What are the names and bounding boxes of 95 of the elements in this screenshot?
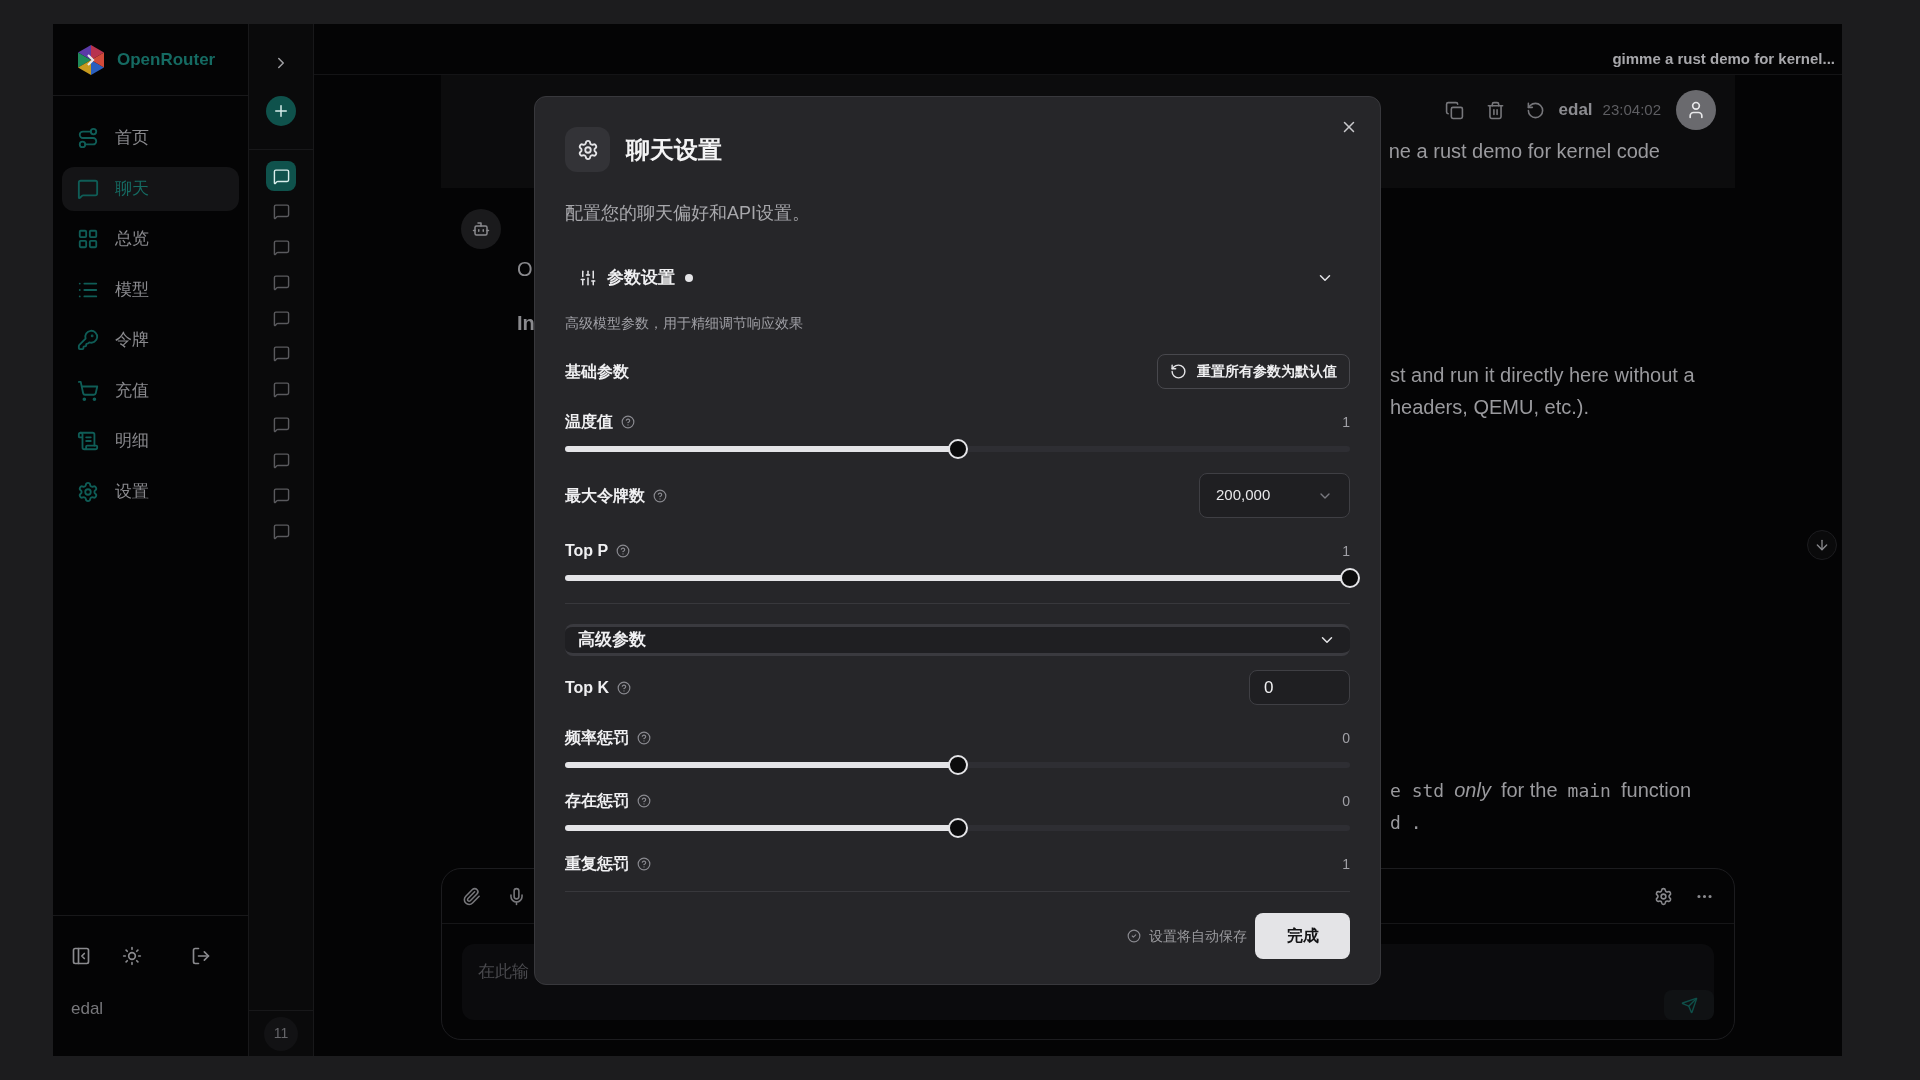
key-icon bbox=[77, 329, 99, 351]
help-icon[interactable] bbox=[653, 488, 667, 503]
mic-icon[interactable] bbox=[507, 886, 526, 906]
number-field[interactable]: 0 bbox=[1249, 670, 1350, 705]
autosave-note: 设置将自动保存 bbox=[1149, 926, 1247, 946]
message-time: 23:04:02 bbox=[1602, 99, 1661, 120]
chat-bubble-icon bbox=[272, 380, 290, 398]
slider-thumb[interactable] bbox=[1340, 568, 1360, 588]
scroll-down-button[interactable] bbox=[1807, 530, 1837, 560]
param-value: 1 bbox=[1342, 541, 1350, 561]
nav-item[interactable]: 模型 bbox=[62, 267, 239, 312]
chat-bubble-icon bbox=[77, 177, 99, 200]
help-icon[interactable] bbox=[621, 415, 635, 429]
retry-icon[interactable] bbox=[1525, 100, 1545, 120]
grid-icon bbox=[77, 228, 99, 250]
section-title: 参数设置 bbox=[607, 267, 675, 290]
nav-item[interactable]: 总览 bbox=[62, 217, 239, 261]
group-title: 基础参数 bbox=[565, 361, 629, 382]
chat-bubble-icon bbox=[272, 309, 290, 327]
slider-thumb[interactable] bbox=[947, 755, 968, 775]
message-text: ne a rust demo for kernel code bbox=[1388, 139, 1660, 164]
chat-bubble-icon bbox=[272, 203, 290, 220]
message-text: O bbox=[517, 257, 534, 281]
chat-bubble-icon bbox=[272, 167, 290, 185]
chat-bubble-icon bbox=[272, 487, 290, 504]
done-button[interactable]: 完成 bbox=[1255, 913, 1350, 959]
help-icon[interactable] bbox=[617, 680, 632, 695]
cart-icon bbox=[77, 379, 99, 402]
token-select[interactable]: 200,000 bbox=[1199, 473, 1350, 518]
help-icon[interactable] bbox=[637, 731, 651, 745]
chat-bubble-icon bbox=[272, 274, 290, 291]
section-subtitle: 高级模型参数，用于精细调节响应效果 bbox=[565, 314, 804, 332]
param-value: 0 bbox=[1342, 728, 1350, 748]
sun-icon[interactable] bbox=[122, 946, 142, 966]
reset-button[interactable]: 重置所有参数为默认值 bbox=[1157, 354, 1350, 389]
panel-collapse-icon[interactable] bbox=[71, 946, 91, 966]
reset-icon bbox=[1170, 363, 1187, 380]
help-icon[interactable] bbox=[616, 544, 631, 558]
trash-icon[interactable] bbox=[1485, 100, 1505, 120]
param-label: 频率惩罚 bbox=[565, 728, 629, 748]
chat-bubble-icon bbox=[272, 451, 290, 469]
user-icon bbox=[1686, 100, 1706, 120]
dialog-description: 配置您的聊天偏好和API设置。 bbox=[565, 202, 811, 225]
route-icon bbox=[77, 127, 99, 149]
message-author: edal bbox=[1558, 99, 1593, 122]
param-label: 最大令牌数 bbox=[565, 485, 645, 506]
help-icon[interactable] bbox=[637, 857, 651, 871]
param-label: 重复惩罚 bbox=[565, 854, 629, 874]
chat-bubble-icon bbox=[272, 522, 290, 540]
param-value: 0 bbox=[1342, 791, 1350, 811]
new-chat-button[interactable] bbox=[266, 96, 296, 126]
check-circle-icon bbox=[1127, 929, 1141, 943]
chat-bubble-icon bbox=[272, 416, 290, 433]
param-label: Top P bbox=[565, 541, 609, 561]
message-text: In bbox=[517, 311, 536, 335]
nav-item[interactable]: 明细 bbox=[62, 419, 239, 463]
nav-item[interactable]: 设置 bbox=[62, 469, 239, 514]
chat-bubble-icon bbox=[272, 238, 290, 256]
param-label: 存在惩罚 bbox=[565, 791, 629, 811]
message-text: st and run it directly here without a bbox=[1390, 363, 1695, 388]
nav-item[interactable]: 令牌 bbox=[62, 318, 239, 362]
slider-thumb[interactable] bbox=[947, 439, 968, 459]
slider-thumb[interactable] bbox=[947, 818, 968, 838]
message-text: headers, QEMU, etc.). bbox=[1390, 395, 1590, 420]
logout-icon[interactable] bbox=[191, 946, 211, 966]
sliders-icon bbox=[579, 269, 597, 287]
chat-history-item[interactable] bbox=[266, 161, 296, 191]
paperclip-icon[interactable] bbox=[462, 886, 481, 906]
nav-item[interactable]: 充值 bbox=[62, 368, 239, 413]
brand-name[interactable]: OpenRouter bbox=[117, 46, 216, 73]
settings-icon bbox=[576, 138, 599, 161]
message-input[interactable]: 在此输 bbox=[478, 958, 538, 984]
bot-icon bbox=[472, 220, 490, 238]
logo-icon bbox=[77, 44, 105, 75]
nav-item[interactable]: 首页 bbox=[62, 116, 239, 160]
scroll-icon bbox=[77, 430, 99, 452]
copy-icon[interactable] bbox=[1444, 100, 1464, 120]
param-value: 1 bbox=[1342, 412, 1350, 432]
chat-count-badge: 11 bbox=[264, 1016, 298, 1051]
section-header[interactable]: 参数设置 bbox=[565, 258, 1350, 298]
send-icon bbox=[1680, 996, 1698, 1014]
chat-bubble-icon bbox=[272, 345, 290, 362]
chat-title: gimme a rust demo for kernel... bbox=[1612, 48, 1835, 69]
param-label: 温度值 bbox=[565, 412, 613, 432]
dialog-title: 聊天设置 bbox=[626, 134, 722, 165]
user-name: edal bbox=[71, 998, 105, 1020]
advanced-toggle[interactable]: 高级参数 bbox=[565, 624, 1350, 656]
plus-icon bbox=[272, 102, 290, 120]
help-icon[interactable] bbox=[637, 794, 651, 808]
param-label: Top K bbox=[565, 677, 610, 698]
settings-icon bbox=[77, 480, 99, 503]
message-text: d . bbox=[1390, 810, 1423, 835]
message-text: e std only for the main function bbox=[1390, 778, 1692, 803]
settings-icon[interactable] bbox=[1654, 886, 1673, 906]
param-value: 1 bbox=[1342, 854, 1350, 874]
